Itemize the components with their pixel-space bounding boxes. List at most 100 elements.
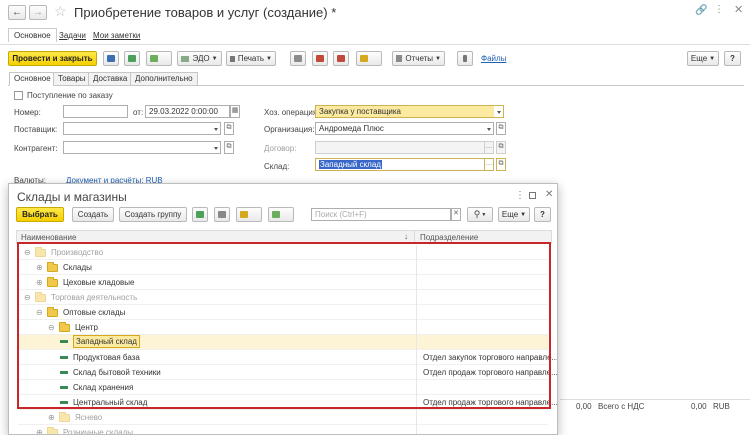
- list-item[interactable]: ⊖ Центр: [18, 320, 548, 335]
- journal-icon: [294, 55, 302, 62]
- operation-field[interactable]: Закупка у поставщика: [315, 105, 495, 118]
- list-item[interactable]: ⊖ Производство: [18, 245, 548, 260]
- calendar-button[interactable]: ▦: [230, 105, 240, 118]
- edo-icon: [181, 55, 190, 62]
- print-button[interactable]: Печать ▼: [226, 51, 276, 66]
- list-header: Наименование ↓ Подразделение: [16, 230, 552, 244]
- organization-field[interactable]: Андромеда Плюс: [315, 122, 485, 135]
- counterparty-dropdown[interactable]: [211, 141, 221, 154]
- post-button[interactable]: [124, 51, 140, 66]
- folder-icon: [35, 246, 46, 257]
- warehouse-select-button[interactable]: …: [484, 158, 494, 171]
- item-name: Западный склад: [73, 335, 140, 348]
- list-item[interactable]: ⊖ Оптовые склады: [18, 305, 548, 320]
- journal-button[interactable]: [290, 51, 306, 66]
- more-vertical-icon[interactable]: ⋮: [714, 4, 724, 15]
- tab-delivery[interactable]: Доставка: [88, 72, 133, 86]
- create-based-button[interactable]: [146, 51, 172, 66]
- dt-kt-button[interactable]: [312, 51, 328, 66]
- maximize-icon[interactable]: [529, 192, 536, 199]
- files-link[interactable]: Файлы: [481, 54, 506, 63]
- window-title: Приобретение товаров и услуг (создание) …: [74, 5, 337, 20]
- collapse-icon[interactable]: ⊖: [36, 305, 43, 320]
- hierarchy-button[interactable]: [268, 207, 294, 222]
- tab-additional[interactable]: Дополнительно: [130, 72, 198, 86]
- collapse-icon[interactable]: ⊖: [48, 320, 55, 335]
- supplier-open-button[interactable]: ⧉: [224, 122, 234, 135]
- open-icon: ⧉: [226, 143, 232, 150]
- dialog-help-button[interactable]: ?: [534, 207, 551, 222]
- organization-open-button[interactable]: ⧉: [496, 122, 506, 135]
- back-button[interactable]: ←: [8, 5, 26, 20]
- list-item[interactable]: ⊕ Цеховые кладовые: [18, 275, 548, 290]
- close-icon[interactable]: ✕: [734, 3, 743, 16]
- open-icon: ⧉: [498, 143, 504, 150]
- counterparty-open-button[interactable]: ⧉: [224, 141, 234, 154]
- collapse-icon[interactable]: ⊖: [24, 245, 31, 260]
- create-button[interactable]: Создать: [72, 207, 114, 222]
- tab-main[interactable]: Основное: [9, 72, 56, 86]
- list-item[interactable]: Склад хранения: [18, 380, 548, 395]
- tab-goods[interactable]: Товары: [53, 72, 91, 86]
- related-docs-button[interactable]: [356, 51, 382, 66]
- warehouse-open-button[interactable]: ⧉: [496, 158, 506, 171]
- dialog-title: Склады и магазины: [17, 190, 127, 204]
- more-vertical-icon[interactable]: ⋮: [515, 190, 525, 201]
- star-icon[interactable]: ☆: [54, 3, 67, 20]
- chevron-down-icon: ▼: [709, 55, 716, 62]
- help-button[interactable]: ?: [724, 51, 741, 66]
- accounts-button[interactable]: [333, 51, 349, 66]
- list-item[interactable]: Центральный склад Отдел продаж торгового …: [18, 395, 557, 410]
- counterparty-field[interactable]: [63, 141, 221, 154]
- expand-icon[interactable]: ⊕: [36, 425, 43, 434]
- list-item[interactable]: ⊕ Розничные склады: [18, 425, 548, 434]
- list-item[interactable]: Продуктовая база Отдел закупок торгового …: [18, 350, 557, 365]
- select-button[interactable]: Выбрать: [16, 207, 64, 222]
- reports-button[interactable]: Отчеты ▼: [392, 51, 445, 66]
- open-icon: ⧉: [498, 160, 504, 167]
- item-name: Торговая деятельность: [51, 293, 138, 302]
- close-icon[interactable]: ✕: [545, 189, 553, 200]
- edo-button[interactable]: ЭДО ▼: [177, 51, 222, 66]
- list-button[interactable]: [214, 207, 230, 222]
- expand-icon[interactable]: ⊕: [36, 260, 43, 275]
- supplier-dropdown[interactable]: [211, 122, 221, 135]
- date-field[interactable]: 29.03.2022 0:00:00: [145, 105, 230, 118]
- nav-tab-notes[interactable]: Мои заметки: [93, 31, 140, 40]
- number-field[interactable]: [63, 105, 128, 118]
- nav-tab-main[interactable]: Основное: [8, 28, 57, 42]
- create-group-button[interactable]: Создать группу: [119, 207, 187, 222]
- dialog-more-button[interactable]: Еще ▼: [498, 207, 530, 222]
- sort-arrow-icon: ↓: [404, 232, 408, 241]
- column-name-header[interactable]: Наименование: [21, 233, 76, 242]
- collapse-icon[interactable]: ⊖: [24, 290, 31, 305]
- link-icon[interactable]: 🔗: [695, 5, 707, 16]
- nav-tab-tasks[interactable]: Задачи: [59, 31, 86, 40]
- column-dept-header[interactable]: Подразделение: [420, 233, 478, 242]
- item-name: Склад хранения: [73, 383, 134, 392]
- expand-icon[interactable]: ⊕: [48, 410, 55, 425]
- structure-button[interactable]: [236, 207, 262, 222]
- search-button[interactable]: ⚲ ▼: [467, 207, 493, 222]
- save-button[interactable]: [103, 51, 119, 66]
- search-clear-button[interactable]: ✕: [451, 208, 461, 221]
- post-and-close-button[interactable]: Провести и закрыть: [8, 51, 97, 66]
- list-item[interactable]: ⊕ Яснево: [18, 410, 548, 425]
- list-item[interactable]: ⊖ Торговая деятельность: [18, 290, 548, 305]
- organization-dropdown[interactable]: [484, 122, 494, 135]
- forward-button[interactable]: →: [29, 5, 47, 20]
- list-item[interactable]: Западный склад: [18, 335, 548, 350]
- operation-dropdown[interactable]: [494, 105, 504, 118]
- by-order-checkbox[interactable]: [14, 91, 23, 100]
- attach-button[interactable]: [457, 51, 473, 66]
- list-item[interactable]: ⊕ Склады: [18, 260, 548, 275]
- folder-icon: [59, 321, 70, 332]
- hierarchy-icon: [272, 211, 280, 218]
- more-button[interactable]: Еще ▼: [687, 51, 719, 66]
- supplier-field[interactable]: [63, 122, 221, 135]
- list-item[interactable]: Склад бытовой техники Отдел продаж торгов…: [18, 365, 557, 380]
- expand-icon[interactable]: ⊕: [36, 275, 43, 290]
- warehouse-field[interactable]: Западный склад: [315, 158, 485, 171]
- refresh-button[interactable]: [192, 207, 208, 222]
- search-input[interactable]: Поиск (Ctrl+F): [311, 208, 451, 221]
